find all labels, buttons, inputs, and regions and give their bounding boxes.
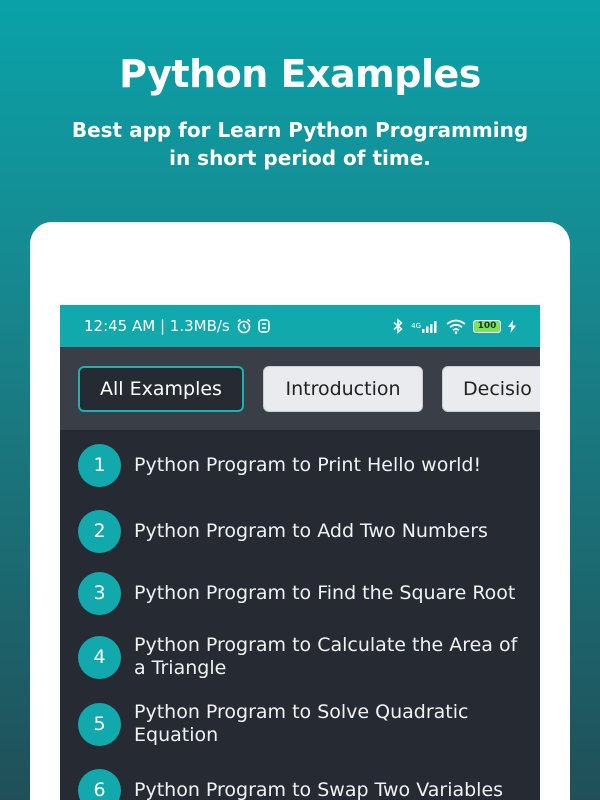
bluetooth-icon — [392, 318, 404, 334]
tab-all-examples[interactable]: All Examples — [78, 365, 244, 412]
battery-level: 100 — [477, 321, 497, 331]
wifi-icon — [446, 319, 466, 334]
example-number-badge: 2 — [78, 509, 121, 553]
promo-title: Python Examples — [119, 52, 481, 96]
example-title: Python Program to Add Two Numbers — [134, 519, 488, 542]
app-notification-icon — [258, 319, 270, 333]
charging-icon — [508, 319, 516, 333]
list-item[interactable]: 2 Python Program to Add Two Numbers — [60, 500, 540, 562]
tab-decision[interactable]: Decisio — [442, 365, 540, 412]
example-number-badge: 5 — [78, 702, 121, 746]
battery-icon: 100 — [473, 319, 501, 333]
list-item[interactable]: 4 Python Program to Calculate the Area o… — [60, 624, 540, 690]
example-number-badge: 1 — [78, 443, 121, 487]
signal-icon: 4G — [411, 319, 439, 333]
status-time: 12:45 AM | 1.3MB/s — [84, 317, 230, 335]
example-title: Python Program to Find the Square Root — [134, 581, 516, 604]
list-item[interactable]: 1 Python Program to Print Hello world! — [60, 430, 540, 500]
example-list: 1 Python Program to Print Hello world! 2… — [60, 430, 540, 800]
network-type-label: 4G — [411, 321, 421, 330]
example-title: Python Program to Print Hello world! — [134, 453, 482, 476]
example-number-badge: 6 — [78, 768, 121, 800]
status-bar: 12:45 AM | 1.3MB/s 4G 100 — [60, 305, 540, 347]
example-title: Python Program to Calculate the Area of … — [134, 634, 518, 679]
example-title: Python Program to Swap Two Variables — [134, 778, 504, 800]
example-title: Python Program to Solve Quadratic Equati… — [134, 701, 469, 746]
list-item[interactable]: 3 Python Program to Find the Square Root — [60, 562, 540, 624]
alarm-icon — [236, 318, 252, 334]
example-number-badge: 4 — [78, 635, 121, 679]
category-tab-bar: All Examples Introduction Decisio — [60, 347, 540, 430]
list-item[interactable]: 5 Python Program to Solve Quadratic Equa… — [60, 690, 540, 758]
example-number-badge: 3 — [78, 571, 121, 615]
tab-introduction[interactable]: Introduction — [263, 365, 423, 412]
promo-subtitle: Best app for Learn Python Programming in… — [71, 118, 529, 170]
app-screen: 12:45 AM | 1.3MB/s 4G 100 All Examples I… — [60, 305, 540, 800]
list-item[interactable]: 6 Python Program to Swap Two Variables — [60, 758, 540, 800]
